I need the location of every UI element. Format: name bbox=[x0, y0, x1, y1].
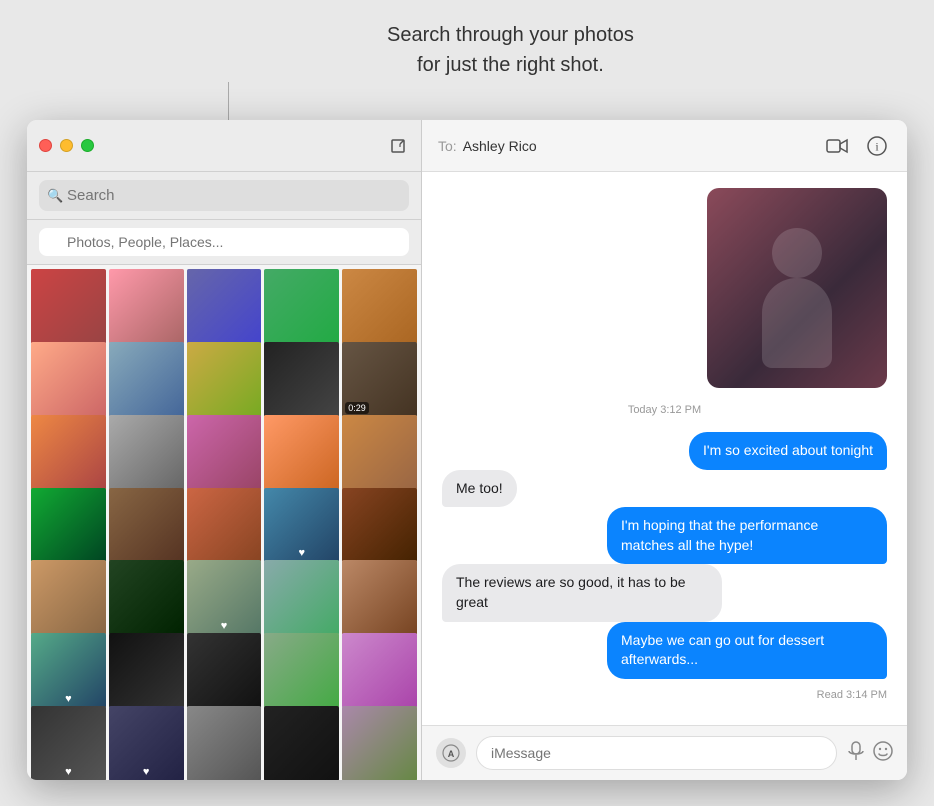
titlebar-actions: i bbox=[823, 132, 891, 160]
photo-thumb-14[interactable] bbox=[264, 415, 339, 490]
message-row-1: I'm so excited about tonight bbox=[442, 432, 887, 470]
message-row-2: Me too! bbox=[442, 470, 887, 508]
message-row-4: The reviews are so good, it has to be gr… bbox=[442, 564, 887, 621]
photo-thumb-2[interactable] bbox=[109, 269, 184, 344]
svg-text:i: i bbox=[875, 139, 879, 153]
photo-thumb-26[interactable]: ♥ bbox=[31, 633, 106, 708]
app-window: 🔍 🔍 0:29♥♥♥♥♥ To: Ashley Rico bbox=[27, 120, 907, 780]
photo-thumb-12[interactable] bbox=[109, 415, 184, 490]
photo-thumb-32[interactable]: ♥ bbox=[109, 706, 184, 780]
photo-thumb-9[interactable] bbox=[264, 342, 339, 417]
photo-thumb-27[interactable] bbox=[109, 633, 184, 708]
photos-search-input[interactable] bbox=[39, 228, 409, 256]
photo-thumb-3[interactable] bbox=[187, 269, 262, 344]
photos-titlebar bbox=[27, 120, 421, 172]
photos-search-bar: 🔍 bbox=[27, 220, 421, 265]
message-row-3: I'm hoping that the performance matches … bbox=[442, 507, 887, 564]
photo-thumb-30[interactable] bbox=[342, 633, 417, 708]
photo-thumb-17[interactable] bbox=[109, 488, 184, 563]
message-bubble-4: The reviews are so good, it has to be gr… bbox=[442, 564, 722, 621]
timestamp-label: Today 3:12 PM bbox=[442, 404, 887, 416]
messages-titlebar: To: Ashley Rico i bbox=[422, 120, 907, 172]
photos-panel: 🔍 🔍 0:29♥♥♥♥♥ bbox=[27, 120, 422, 780]
photo-preview-area bbox=[442, 188, 887, 388]
to-label: To: bbox=[438, 138, 457, 154]
photo-thumb-5[interactable] bbox=[342, 269, 417, 344]
photo-thumb-34[interactable] bbox=[264, 706, 339, 780]
audio-button[interactable] bbox=[847, 741, 865, 766]
messages-body: Today 3:12 PM I'm so excited about tonig… bbox=[422, 172, 907, 725]
photo-thumb-16[interactable] bbox=[31, 488, 106, 563]
close-button[interactable] bbox=[39, 139, 52, 152]
photo-thumb-4[interactable] bbox=[264, 269, 339, 344]
photo-thumb-1[interactable] bbox=[31, 269, 106, 344]
photo-thumb-6[interactable] bbox=[31, 342, 106, 417]
message-bubble-5: Maybe we can go out for dessert afterwar… bbox=[607, 622, 887, 679]
photo-preview-thumb bbox=[707, 188, 887, 388]
photo-thumb-35[interactable] bbox=[342, 706, 417, 780]
photo-thumb-8[interactable] bbox=[187, 342, 262, 417]
tooltip-text: Search through your photos for just the … bbox=[387, 20, 634, 80]
compose-button[interactable] bbox=[387, 135, 409, 157]
photo-thumb-19[interactable]: ♥ bbox=[264, 488, 339, 563]
photo-thumb-28[interactable] bbox=[187, 633, 262, 708]
maximize-button[interactable] bbox=[81, 139, 94, 152]
messages-container: I'm so excited about tonight Me too! I'm h… bbox=[442, 432, 887, 679]
input-actions bbox=[847, 741, 893, 766]
photo-thumb-7[interactable] bbox=[109, 342, 184, 417]
messages-panel: To: Ashley Rico i bbox=[422, 120, 907, 780]
photo-thumb-20[interactable] bbox=[342, 488, 417, 563]
read-label: Read 3:14 PM bbox=[442, 689, 887, 701]
message-bubble-3: I'm hoping that the performance matches … bbox=[607, 507, 887, 564]
message-input[interactable] bbox=[476, 736, 837, 770]
photo-thumb-23[interactable]: ♥ bbox=[187, 560, 262, 635]
photo-thumb-24[interactable] bbox=[264, 560, 339, 635]
message-row-5: Maybe we can go out for dessert afterwar… bbox=[442, 622, 887, 679]
photo-thumb-25[interactable] bbox=[342, 560, 417, 635]
photo-thumb-10[interactable]: 0:29 bbox=[342, 342, 417, 417]
photo-thumb-15[interactable] bbox=[342, 415, 417, 490]
recipient-area: To: Ashley Rico bbox=[438, 138, 537, 154]
photo-thumb-11[interactable] bbox=[31, 415, 106, 490]
photo-thumb-31[interactable]: ♥ bbox=[31, 706, 106, 780]
photo-thumb-29[interactable] bbox=[264, 633, 339, 708]
photo-thumb-33[interactable] bbox=[187, 706, 262, 780]
window-controls bbox=[39, 139, 94, 152]
photo-grid: 0:29♥♥♥♥♥ bbox=[27, 265, 421, 780]
photo-thumb-18[interactable] bbox=[187, 488, 262, 563]
info-button[interactable]: i bbox=[863, 132, 891, 160]
video-call-button[interactable] bbox=[823, 132, 851, 160]
photo-thumb-22[interactable] bbox=[109, 560, 184, 635]
app-store-button[interactable]: A bbox=[436, 738, 466, 768]
messages-input-area: A bbox=[422, 725, 907, 780]
main-search-wrapper: 🔍 bbox=[39, 180, 409, 211]
photo-thumb-21[interactable] bbox=[31, 560, 106, 635]
svg-text:A: A bbox=[448, 749, 455, 759]
photo-thumb-13[interactable] bbox=[187, 415, 262, 490]
emoji-button[interactable] bbox=[873, 741, 893, 766]
main-search-section: 🔍 bbox=[27, 172, 421, 220]
main-search-input[interactable] bbox=[39, 180, 409, 211]
message-bubble-1: I'm so excited about tonight bbox=[689, 432, 887, 470]
recipient-name[interactable]: Ashley Rico bbox=[463, 138, 537, 154]
message-bubble-2: Me too! bbox=[442, 470, 517, 508]
search-wrapper: 🔍 bbox=[39, 228, 409, 256]
minimize-button[interactable] bbox=[60, 139, 73, 152]
